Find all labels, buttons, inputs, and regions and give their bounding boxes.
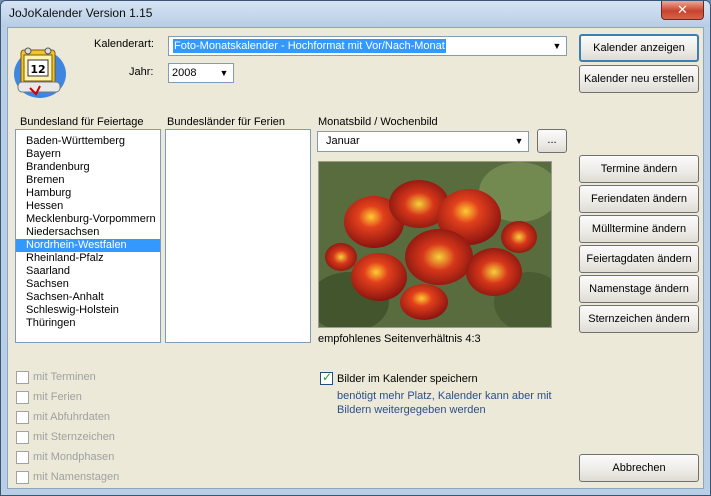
feriendaten-aendern-button[interactable]: Feriendaten ändern	[579, 185, 699, 213]
list-item[interactable]: Niedersachsen	[16, 226, 160, 239]
chevron-down-icon: ▼	[552, 41, 562, 51]
monatsbild-label: Monatsbild / Wochenbild	[318, 116, 438, 128]
list-item[interactable]: Hessen	[16, 200, 160, 213]
list-item[interactable]: Rheinland-Pfalz	[16, 252, 160, 265]
namenstage-aendern-button[interactable]: Namenstage ändern	[579, 275, 699, 303]
kalenderart-label: Kalenderart:	[94, 38, 154, 50]
kalenderart-value: Foto-Monatskalender - Hochformat mit Vor…	[173, 39, 446, 53]
calendar-logo-icon: 12	[14, 47, 66, 98]
mit-abfuhrdaten-checkbox[interactable]	[16, 411, 29, 424]
feiertagdaten-aendern-button[interactable]: Feiertagdaten ändern	[579, 245, 699, 273]
monatsbild-select[interactable]: Januar ▼	[317, 131, 529, 152]
ferien-label: Bundesländer für Ferien	[167, 116, 286, 128]
bilder-note-line1: benötigt mehr Platz, Kalender kann aber …	[337, 390, 552, 402]
app-window: JoJoKalender Version 1.15 ✕ 12 Kalendera…	[0, 0, 711, 496]
feiertage-label: Bundesland für Feiertage	[20, 116, 144, 128]
abbrechen-button[interactable]: Abbrechen	[579, 454, 699, 482]
mit-mondphasen-checkbox[interactable]	[16, 451, 29, 464]
feiertage-listbox[interactable]: Baden-Württemberg Bayern Brandenburg Bremen…	[15, 129, 161, 343]
kalender-neu-erstellen-button[interactable]: Kalender neu erstellen	[579, 65, 699, 93]
list-item[interactable]: Sachsen-Anhalt	[16, 291, 160, 304]
list-item[interactable]: Thüringen	[16, 317, 160, 330]
mit-sternzeichen-label: mit Sternzeichen	[33, 431, 115, 443]
bilder-note-line2: Bildern weitergegeben werden	[337, 404, 486, 416]
list-item[interactable]: Bremen	[16, 174, 160, 187]
termine-aendern-button[interactable]: Termine ändern	[579, 155, 699, 183]
bilder-speichern-checkbox[interactable]	[320, 370, 333, 385]
list-item[interactable]: Mecklenburg-Vorpommern	[16, 213, 160, 226]
chevron-down-icon: ▼	[514, 136, 524, 146]
muelltermine-aendern-button[interactable]: Mülltermine ändern	[579, 215, 699, 243]
mit-namenstagen-label: mit Namenstagen	[33, 471, 120, 483]
mit-terminen-checkbox[interactable]	[16, 371, 29, 384]
mit-sternzeichen-checkbox[interactable]	[16, 431, 29, 444]
jahr-select[interactable]: 2008 ▼	[168, 63, 234, 83]
kalender-anzeigen-button[interactable]: Kalender anzeigen	[579, 34, 699, 62]
bilder-speichern-label: Bilder im Kalender speichern	[337, 373, 478, 385]
mit-ferien-checkbox[interactable]	[16, 391, 29, 404]
window-title: JoJoKalender Version 1.15	[9, 6, 153, 20]
list-item[interactable]: Schleswig-Holstein	[16, 304, 160, 317]
close-button[interactable]: ✕	[661, 1, 704, 20]
title-bar: JoJoKalender Version 1.15 ✕	[1, 1, 710, 27]
close-icon: ✕	[677, 2, 688, 17]
flower-image	[319, 162, 551, 327]
list-item[interactable]: Sachsen	[16, 278, 160, 291]
list-item[interactable]: Bayern	[16, 148, 160, 161]
list-item[interactable]: Nordrhein-Westfalen	[16, 239, 160, 252]
sternzeichen-aendern-button[interactable]: Sternzeichen ändern	[579, 305, 699, 333]
jahr-label: Jahr:	[129, 66, 154, 78]
mit-terminen-label: mit Terminen	[33, 371, 96, 383]
mit-abfuhrdaten-label: mit Abfuhrdaten	[33, 411, 111, 423]
chevron-down-icon: ▼	[219, 68, 229, 78]
aspect-ratio-hint: empfohlenes Seitenverhältnis 4:3	[318, 333, 481, 345]
list-item[interactable]: Saarland	[16, 265, 160, 278]
dialog-client: 12 Kalenderart: Foto-Monatskalender - Ho…	[7, 27, 704, 489]
mit-mondphasen-label: mit Mondphasen	[33, 451, 115, 463]
list-item[interactable]: Hamburg	[16, 187, 160, 200]
jahr-value: 2008	[172, 67, 197, 79]
mit-namenstagen-checkbox[interactable]	[16, 471, 29, 484]
ferien-listbox[interactable]	[165, 129, 311, 343]
monatsbild-value: Januar	[326, 135, 360, 147]
list-item[interactable]: Brandenburg	[16, 161, 160, 174]
month-image-preview	[318, 161, 552, 328]
mit-ferien-label: mit Ferien	[33, 391, 82, 403]
list-item[interactable]: Baden-Württemberg	[16, 135, 160, 148]
kalenderart-select[interactable]: Foto-Monatskalender - Hochformat mit Vor…	[168, 36, 567, 56]
svg-text:12: 12	[30, 63, 45, 76]
browse-image-button[interactable]: ...	[537, 129, 567, 153]
